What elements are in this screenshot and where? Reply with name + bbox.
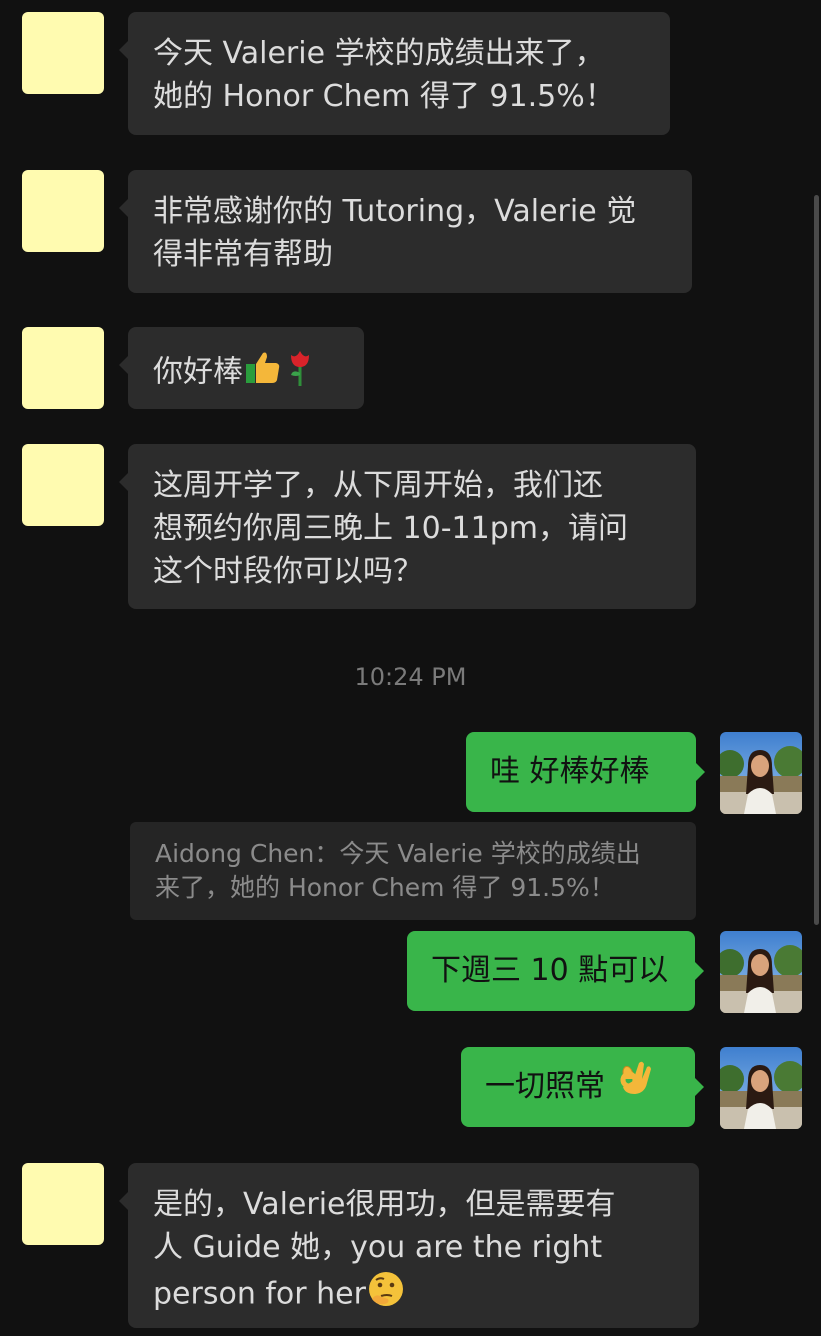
avatar[interactable] [22, 12, 104, 94]
message-text: 一切照常 [485, 1069, 605, 1104]
message-line: 这个时段你可以吗？ [153, 554, 423, 589]
quoted-message[interactable]: Aidong Chen：今天 Valerie 学校的成绩出 来了，她的 Hono… [130, 822, 696, 920]
message-line: 这周开学了，从下周开始，我们还 [153, 468, 603, 503]
avatar[interactable] [720, 732, 802, 814]
message-text: person for her [153, 1276, 366, 1312]
message-bubble-outgoing[interactable]: 一切照常 [461, 1047, 704, 1128]
scrollbar[interactable] [814, 195, 819, 925]
quote-line: Aidong Chen：今天 Valerie 学校的成绩出 [155, 839, 641, 868]
message-bubble-incoming[interactable]: 今天 Valerie 学校的成绩出来了， 她的 Honor Chem 得了 91… [119, 12, 670, 135]
message-line: 她的 Honor Chem 得了 91.5%！ [153, 79, 615, 114]
avatar[interactable] [22, 444, 104, 526]
message-line: 是的，Valerie很用功，但是需要有 [153, 1187, 616, 1222]
ok-hand-icon [615, 1048, 653, 1128]
message-line: 想预约你周三晚上 10-11pm，请问 [153, 511, 628, 546]
avatar[interactable] [720, 1047, 802, 1129]
quote-line: 来了，她的 Honor Chem 得了 91.5%！ [155, 873, 615, 902]
thinking-face-icon [366, 1269, 406, 1321]
message-line: person for her [153, 1269, 675, 1321]
message-bubble-outgoing[interactable]: 哇 好棒好棒 [466, 732, 705, 812]
message-text: 下週三 10 點可以 [431, 953, 669, 988]
message-bubble-incoming[interactable]: 你好棒 [119, 327, 364, 409]
message-line: 今天 Valerie 学校的成绩出来了， [153, 36, 605, 71]
message-line: 得非常有帮助 [153, 237, 333, 272]
message-text: 哇 好棒好棒 [490, 754, 650, 789]
avatar[interactable] [720, 931, 802, 1013]
rose-icon [283, 347, 317, 399]
message-line: 人 Guide 她，you are the right [153, 1230, 603, 1265]
message-bubble-incoming[interactable]: 是的，Valerie很用功，但是需要有 人 Guide 她，you are th… [119, 1163, 699, 1328]
thumbs-up-icon [243, 347, 283, 399]
avatar[interactable] [22, 1163, 104, 1245]
message-text: 你好棒 [153, 354, 243, 390]
message-line: 非常感谢你的 Tutoring，Valerie 觉 [153, 194, 637, 229]
message-bubble-outgoing[interactable]: 下週三 10 點可以 [407, 931, 704, 1011]
message-bubble-incoming[interactable]: 这周开学了，从下周开始，我们还 想预约你周三晚上 10-11pm，请问 这个时段… [119, 444, 696, 609]
timestamp: 10:24 PM [354, 663, 467, 691]
message-bubble-incoming[interactable]: 非常感谢你的 Tutoring，Valerie 觉 得非常有帮助 [119, 170, 692, 293]
avatar[interactable] [22, 327, 104, 409]
avatar[interactable] [22, 170, 104, 252]
